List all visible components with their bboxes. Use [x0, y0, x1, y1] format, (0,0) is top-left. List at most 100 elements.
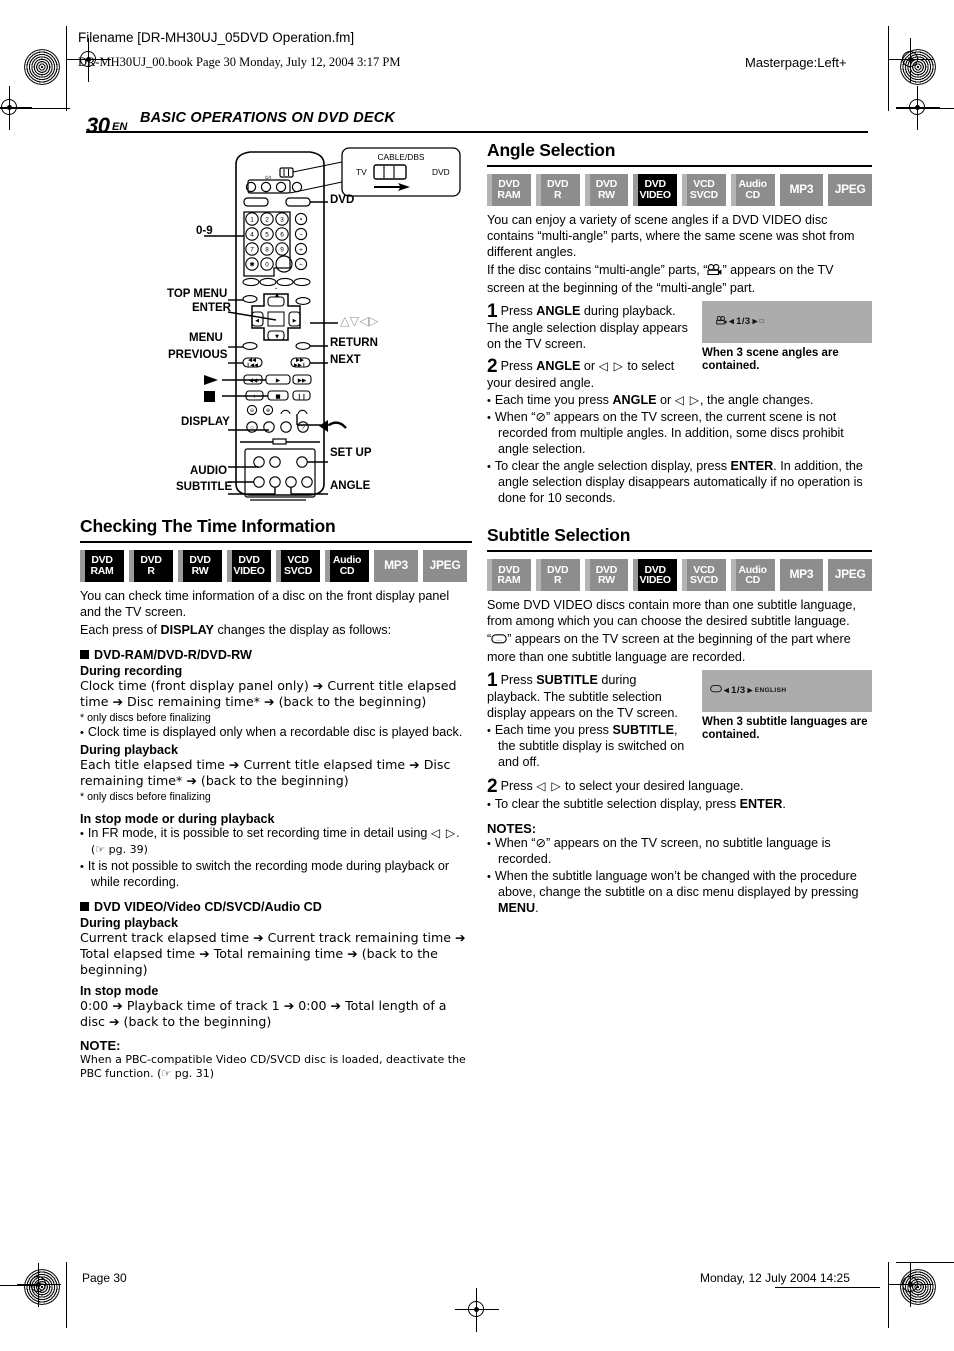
enter-key: ENTER: [739, 796, 783, 811]
subsection-title-dvd-ram: DVD-RAM/DVD-R/DVD-RW: [80, 648, 472, 662]
balloon-icon: [710, 685, 722, 696]
badge-line-2: CD: [745, 188, 760, 201]
note-heading: NOTE:: [80, 1037, 121, 1053]
svg-text:•: •: [300, 217, 302, 224]
disc-badge-mp3: MP3: [374, 549, 418, 582]
header-rule: [86, 131, 868, 134]
remote-control-diagram: 123 456 789 0 ✱ • − + − ○? ◀◀ ▶ ▶▶ + ■ ❙❙ ◀◀ ▶▶ …: [160, 142, 475, 512]
clock-time-bullet: Clock time is displayed only when a reco…: [80, 725, 472, 741]
angle-key: ANGLE: [536, 303, 581, 318]
left-arrow-icon: ◂: [724, 685, 730, 697]
remote-label-next: NEXT: [330, 354, 361, 366]
angle-intro-2: If the disc contains “multi-angle” parts…: [487, 263, 872, 297]
menu-key: MENU: [498, 900, 536, 915]
disc-badge-row-time-info: DVD RAM DVD R DVD RW DVD VIDEO VCD SVCD Audio CD MP3…: [80, 549, 472, 582]
disc-badge-jpeg: JPEG: [828, 558, 872, 591]
square-bullet-icon: [80, 901, 89, 911]
step-number: 2: [487, 775, 498, 797]
badge-line-2: RW: [598, 188, 615, 201]
page-border: [66, 26, 68, 111]
during-playback-body-2: Current track elapsed time ➔ Current tra…: [80, 929, 466, 977]
svg-text:+: +: [299, 247, 303, 254]
disc-badge-audio-cd: Audio CD: [730, 558, 775, 591]
text: ” appears on the TV screen at the beginn…: [487, 631, 851, 664]
badge-line-2: R: [147, 564, 155, 577]
remote-label-return: RETURN: [330, 337, 378, 349]
disc-badge-row-angle: DVD RAM DVD R DVD RW DVD VIDEO VCD SVCD Audio CD MP3…: [487, 173, 872, 206]
left-right-arrows-icon: ◁ ▷: [674, 393, 701, 408]
halftone-circle-topleft: [24, 49, 60, 85]
svg-text:1: 1: [250, 216, 254, 223]
text: Press: [500, 359, 537, 374]
text: or: [580, 359, 599, 374]
subtitle-note-1: When “⊘” appears on the TV screen, no su…: [487, 836, 872, 868]
angle-intro-1: You can enjoy a variety of scene angles …: [487, 212, 855, 259]
badge-line-1: JPEG: [834, 181, 866, 196]
footer-page-label: Page 30: [82, 1271, 127, 1285]
book-revision-line: DR-MH30UJ_00.book Page 30 Monday, July 1…: [78, 55, 401, 69]
disc-badge-dvd-video: DVD VIDEO: [633, 558, 677, 591]
registration-mark: [889, 38, 933, 82]
angle-screen-figure: ◂ 1/3 ▸ □ When 3 scene angles are contai…: [702, 300, 872, 374]
left-right-arrows-icon: ◁ ▷: [598, 359, 624, 374]
subtitle-key: SUBTITLE: [536, 672, 598, 687]
text: Each time you press: [494, 722, 613, 737]
svg-text:5: 5: [265, 231, 269, 238]
svg-text:▲: ▲: [275, 292, 279, 298]
text: Press: [500, 303, 537, 318]
svg-text:⊖: ⊖: [250, 408, 254, 414]
disc-badge-dvd-r: DVD R: [129, 549, 173, 582]
during-recording-head: During recording: [80, 663, 183, 678]
switch-callout-dvd: DVD: [432, 167, 450, 177]
stop-mode-head-2: In stop mode: [80, 983, 159, 998]
disc-badge-mp3: MP3: [779, 173, 824, 206]
badge-line-2: SVCD: [689, 573, 718, 586]
svg-text:▶▶: ▶▶: [298, 378, 307, 384]
note-body: When a PBC-compatible Video CD/SVCD disc…: [80, 1052, 466, 1080]
subtitle-screen-figure: ◂ 1/3 ▸ ENGLISH When 3 subtitle language…: [702, 669, 872, 743]
subtitle-osd-screenshot: ◂ 1/3 ▸ ENGLISH: [702, 669, 872, 712]
svg-text:⊕: ⊕: [266, 408, 270, 414]
subtitle-intro-1: Some DVD VIDEO discs contain more than o…: [487, 597, 856, 628]
during-recording-body: Clock time (front display panel only) ➔ …: [80, 677, 457, 709]
disc-badge-dvd-video: DVD VIDEO: [633, 173, 677, 206]
angle-bullet-2: When “⊘” appears on the TV screen, the c…: [487, 410, 872, 458]
step-number: 1: [487, 669, 498, 691]
svg-text:◀: ◀: [255, 318, 259, 324]
switch-callout-title: CABLE/DBS: [377, 152, 424, 162]
badge-line-2: RAM: [497, 573, 521, 586]
text: or: [656, 393, 675, 408]
angle-bullet-1: Each time you press ANGLE or ◁ ▷, the an…: [487, 393, 872, 409]
disc-badge-jpeg: JPEG: [828, 173, 872, 206]
right-column: Angle Selection DVD RAM DVD R DVD RW DVD VIDEO V…: [487, 140, 872, 918]
section-rule: [80, 541, 472, 543]
right-arrow-icon: ▸: [752, 316, 758, 328]
svg-text:+: +: [252, 394, 257, 400]
text: , the angle changes.: [700, 393, 814, 408]
remote-label-arrows: △▽◁▷: [340, 313, 379, 328]
badge-line-2: R: [553, 188, 562, 201]
disc-badge-audio-cd: Audio CD: [730, 173, 775, 206]
text: .: [782, 796, 786, 811]
display-key: DISPLAY: [160, 622, 214, 637]
osd-subscript: □: [759, 318, 765, 326]
step-number: 2: [487, 356, 498, 378]
svg-text:2: 2: [265, 216, 269, 223]
badge-line-1: MP3: [384, 557, 408, 572]
recording-mode-bullet: It is not possible to switch the recordi…: [80, 859, 472, 891]
disc-badge-row-subtitle: DVD RAM DVD R DVD RW DVD VIDEO VCD SVCD Audio CD MP3…: [487, 558, 872, 591]
remote-label-enter: ENTER: [192, 302, 231, 314]
camera-icon: [716, 315, 727, 328]
disc-badge-dvd-video: DVD VIDEO: [227, 549, 271, 582]
remote-label-audio: AUDIO: [190, 465, 228, 477]
badge-line-1: JPEG: [429, 557, 461, 572]
disc-badge-dvd-rw: DVD RW: [178, 549, 222, 582]
badge-line-2: VIDEO: [233, 564, 265, 577]
svg-text:▼: ▼: [275, 334, 279, 340]
left-right-arrows-icon: ◁ ▷: [536, 778, 562, 793]
registration-mark: [455, 1288, 499, 1332]
svg-text:▶: ▶: [276, 378, 281, 384]
section-heading-angle: Angle Selection: [487, 140, 616, 160]
footer-underline: [775, 1287, 880, 1289]
badge-line-2: RAM: [497, 188, 521, 201]
